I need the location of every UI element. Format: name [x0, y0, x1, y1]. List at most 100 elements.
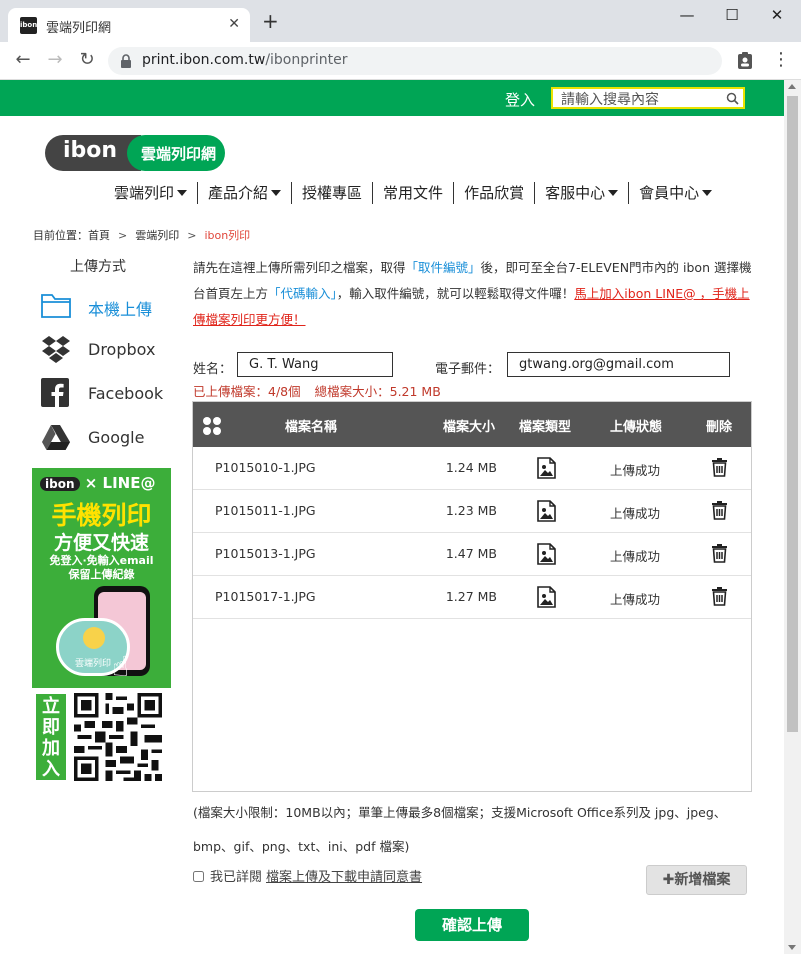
scroll-thumb[interactable]	[787, 96, 798, 732]
add-file-label: 新增檔案	[674, 872, 731, 888]
address-bar[interactable]: print.ibon.com.tw/ibonprinter	[108, 47, 722, 75]
search-icon[interactable]	[726, 92, 739, 105]
file-size: 1.23 MB	[445, 503, 497, 518]
browser-tab[interactable]: ibon 雲端列印網 ✕	[8, 8, 250, 42]
site-logo[interactable]: ibon 雲端列印網	[45, 135, 225, 171]
upload-method-label: Google	[88, 428, 145, 447]
nav-item-documents[interactable]: 常用文件	[373, 182, 455, 204]
search-input[interactable]	[561, 91, 731, 109]
dropbox-icon	[42, 336, 70, 363]
window-close-icon[interactable]: ✕	[767, 6, 787, 26]
page-scrollbar[interactable]	[784, 80, 801, 954]
trash-icon[interactable]	[711, 500, 728, 520]
upload-method-dropbox[interactable]: Dropbox	[40, 332, 190, 366]
tab-close-icon[interactable]: ✕	[228, 16, 240, 32]
login-link[interactable]: 登入	[505, 89, 535, 110]
ad-qr-area: 立即加入	[32, 688, 171, 786]
ibon-favicon-icon: ibon	[20, 17, 37, 34]
logo-cn-text: 雲端列印網	[141, 145, 217, 163]
table-row: P1015017-1.JPG 1.27 MB 上傳成功	[193, 576, 751, 619]
upload-status-text: 上傳成功	[610, 549, 661, 564]
upload-method-google[interactable]: Google	[40, 420, 190, 454]
file-table: 檔案名稱 檔案大小 檔案類型 上傳狀態 刪除 P1015010-1.JPG 1.…	[192, 401, 752, 792]
nav-label: 作品欣賞	[464, 184, 525, 202]
name-field[interactable]: G. T. Wang	[237, 352, 393, 377]
upload-method-title: 上傳方式	[70, 259, 126, 275]
ad-headline: 手機列印	[51, 501, 152, 530]
nav-item-cloud-print[interactable]: 雲端列印	[110, 182, 199, 204]
image-file-icon	[537, 543, 556, 565]
breadcrumb-home[interactable]: 目前位置：首頁	[33, 229, 110, 242]
file-size: 1.47 MB	[445, 546, 497, 561]
upload-arrow-icon	[83, 627, 105, 649]
upload-instructions: 請先在這裡上傳所需列印之檔案，取得「取件編號」後，即可至全台7-ELEVEN門市…	[193, 255, 753, 333]
nav-label: 產品介紹	[208, 184, 269, 202]
back-arrow-icon[interactable]: ←	[12, 49, 34, 70]
breadcrumb: 目前位置：首頁 > 雲端列印 > ibon列印	[33, 227, 250, 243]
site-search	[551, 87, 745, 109]
table-row: P1015013-1.JPG 1.47 MB 上傳成功	[193, 533, 751, 576]
table-row: P1015011-1.JPG 1.23 MB 上傳成功	[193, 490, 751, 533]
scroll-down-icon[interactable]	[788, 945, 796, 950]
pointing-hand-icon: ☝	[112, 650, 130, 683]
ad-line3: 免登入·免輸入email	[49, 554, 154, 567]
add-file-button[interactable]: ✚新增檔案	[646, 865, 747, 895]
ad-line-mark: × LINE@	[84, 474, 156, 492]
table-header: 檔案名稱 檔案大小 檔案類型 上傳狀態 刪除	[193, 402, 751, 447]
trash-icon[interactable]	[711, 586, 728, 606]
breadcrumb-cloud-print[interactable]: 雲端列印	[135, 229, 179, 242]
main-nav: 雲端列印 產品介紹 授權專區 常用文件 作品欣賞 客服中心 會員中心	[110, 182, 722, 206]
nav-label: 常用文件	[383, 184, 444, 202]
agree-text: 我已詳閱	[210, 870, 263, 885]
nav-item-products[interactable]: 產品介紹	[198, 182, 293, 204]
tab-title: 雲端列印網	[46, 21, 112, 36]
trash-icon[interactable]	[711, 457, 728, 477]
logo-green-part: 雲端列印網	[127, 135, 225, 171]
upload-status-text: 上傳成功	[610, 506, 661, 521]
caret-down-icon	[177, 190, 188, 196]
logo-ibon-text: ibon	[63, 138, 118, 163]
ad-join-text: 立即加入	[36, 694, 66, 780]
email-field[interactable]: gtwang.org@gmail.com	[507, 352, 730, 377]
breadcrumb-separator: >	[187, 229, 197, 242]
total-size: 總檔案大小：5.21 MB	[314, 384, 441, 399]
nav-item-gallery[interactable]: 作品欣賞	[454, 182, 536, 204]
col-header-type: 檔案類型	[519, 420, 572, 435]
qr-code-icon	[74, 693, 162, 781]
ad-line4: 保留上傳紀錄	[68, 568, 135, 581]
file-size: 1.27 MB	[445, 589, 497, 604]
email-label: 電子郵件：	[435, 362, 501, 377]
caret-down-icon	[608, 190, 619, 196]
folder-icon	[41, 294, 71, 318]
minimize-icon[interactable]: —	[677, 6, 697, 26]
nav-item-license[interactable]: 授權專區	[292, 182, 374, 204]
line-ad-banner[interactable]: ibon × LINE@ 手機列印 方便又快速 免登入·免輸入email 保留上傳…	[32, 468, 171, 786]
agreement-link[interactable]: 檔案上傳及下載申請同意書	[266, 870, 422, 885]
maximize-icon[interactable]: ☐	[722, 6, 742, 26]
browser-menu-icon[interactable]: ⋮	[772, 49, 790, 70]
select-all-icon[interactable]	[202, 416, 222, 436]
confirm-upload-button[interactable]: 確認上傳	[415, 909, 529, 941]
breadcrumb-separator: >	[118, 229, 128, 242]
clipboard-extension-icon[interactable]	[737, 51, 753, 70]
browser-toolbar: ← → ↻ print.ibon.com.tw/ibonprinter ⋮	[0, 42, 801, 80]
upload-method-local[interactable]: 本機上傳	[40, 288, 190, 322]
intro-text: 請先在這裡上傳所需列印之檔案，取得	[193, 260, 406, 275]
scroll-up-icon[interactable]	[788, 84, 796, 89]
page-viewport: 登入 ibon 雲端列印網 雲端列印 產品介紹 授權專區 常用文件 作品欣賞 客…	[0, 80, 784, 954]
nav-label: 雲端列印	[114, 184, 175, 202]
new-tab-icon[interactable]: +	[262, 11, 279, 31]
image-file-icon	[537, 457, 556, 479]
upload-status-text: 上傳成功	[610, 463, 661, 478]
trash-icon[interactable]	[711, 543, 728, 563]
nav-label: 會員中心	[639, 184, 700, 202]
reload-icon[interactable]: ↻	[76, 49, 98, 70]
nav-item-member[interactable]: 會員中心	[629, 182, 722, 204]
file-name: P1015017-1.JPG	[215, 589, 316, 604]
image-file-icon	[537, 586, 556, 608]
nav-item-support[interactable]: 客服中心	[535, 182, 630, 204]
upload-method-label: 本機上傳	[88, 300, 153, 319]
upload-method-facebook[interactable]: Facebook	[40, 376, 190, 410]
agree-checkbox[interactable]	[193, 871, 204, 882]
forward-arrow-icon[interactable]: →	[44, 49, 66, 70]
